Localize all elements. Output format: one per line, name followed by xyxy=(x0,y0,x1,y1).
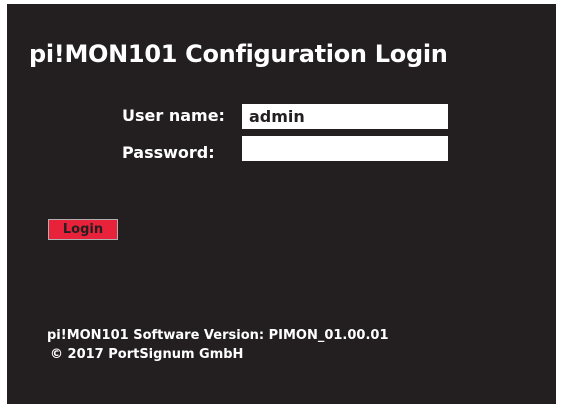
password-label: Password: xyxy=(122,143,215,162)
footer: pi!MON101 Software Version: PIMON_01.00.… xyxy=(47,326,389,364)
copyright: © 2017 PortSignum GmbH xyxy=(50,347,244,362)
username-label: User name: xyxy=(122,106,225,125)
username-input[interactable] xyxy=(242,104,448,129)
login-button[interactable]: Login xyxy=(48,219,118,240)
software-version: pi!MON101 Software Version: PIMON_01.00.… xyxy=(47,328,389,343)
password-input[interactable] xyxy=(242,136,448,161)
page-title: pi!MON101 Configuration Login xyxy=(29,40,448,68)
login-panel: pi!MON101 Configuration Login User name:… xyxy=(7,4,556,404)
